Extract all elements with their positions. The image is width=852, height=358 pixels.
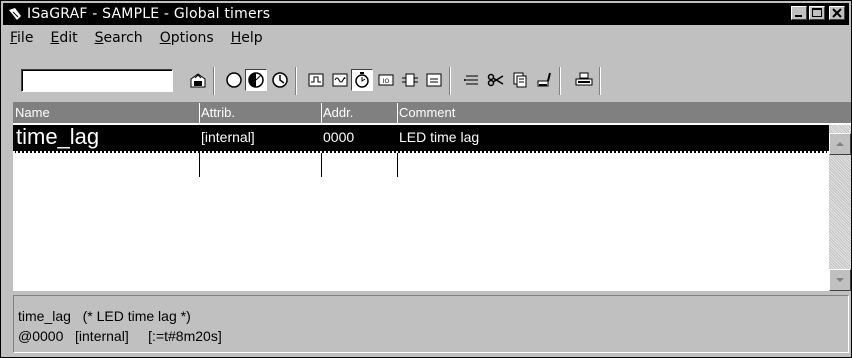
wave-icon[interactable] xyxy=(329,69,351,91)
menu-file-accel: F xyxy=(10,30,18,46)
minimize-icon[interactable] xyxy=(791,6,807,20)
svg-text:IO: IO xyxy=(383,78,390,85)
toolbar-separator xyxy=(599,67,601,95)
menu-edit-label: dit xyxy=(59,30,78,46)
column-divider[interactable] xyxy=(397,103,398,123)
function-block-icon[interactable] xyxy=(399,69,421,91)
column-header-addr[interactable]: Addr. xyxy=(323,105,353,120)
io-box-icon[interactable]: IO xyxy=(375,69,397,91)
column-divider[interactable] xyxy=(321,103,322,123)
status-line-declaration: time_lag (* LED time lag *) xyxy=(18,308,191,324)
boolean-circle-icon[interactable] xyxy=(223,69,245,91)
column-header-attrib[interactable]: Attrib. xyxy=(201,105,235,120)
column-divider[interactable] xyxy=(199,103,200,123)
copy-icon[interactable] xyxy=(509,69,531,91)
cell-comment[interactable]: LED time lag xyxy=(399,129,479,145)
isagraf-app-icon[interactable] xyxy=(7,6,23,22)
toolbar-separator xyxy=(449,67,451,95)
timer-dial-icon[interactable] xyxy=(351,69,373,91)
equals-box-icon[interactable] xyxy=(423,69,445,91)
cell-addr[interactable]: 0000 xyxy=(323,129,354,145)
menu-file-label: ile xyxy=(17,30,34,46)
window-controls xyxy=(791,6,845,20)
menu-file[interactable]: File xyxy=(3,30,40,46)
menu-help-label: elp xyxy=(241,30,263,46)
variables-grid: Name Attrib. Addr. Comment time_lag [int… xyxy=(13,102,851,291)
menu-bar: File Edit Search Options Help xyxy=(3,27,273,49)
column-header-comment[interactable]: Comment xyxy=(399,105,455,120)
variable-name-field[interactable] xyxy=(21,69,173,92)
insert-icon[interactable] xyxy=(461,69,483,91)
menu-options-accel: O xyxy=(159,30,171,46)
close-icon[interactable] xyxy=(829,6,845,20)
column-line xyxy=(199,153,200,177)
toolbar: IO xyxy=(3,50,849,100)
main-window: ISaGRAF - SAMPLE - Global timers File Ed… xyxy=(0,0,852,358)
grid-header: Name Attrib. Addr. Comment xyxy=(13,103,851,123)
toolbar-separator xyxy=(295,67,297,95)
paste-brush-icon[interactable] xyxy=(533,69,555,91)
window-title: ISaGRAF - SAMPLE - Global timers xyxy=(27,6,271,22)
cell-attrib[interactable]: [internal] xyxy=(201,129,255,145)
cell-name[interactable]: time_lag xyxy=(16,124,99,150)
pulse-icon[interactable] xyxy=(305,69,327,91)
scroll-down-arrow-icon[interactable] xyxy=(829,269,851,291)
status-line-details: @0000 [internal] [:=t#8m20s] xyxy=(18,328,222,344)
timer-clock-icon[interactable] xyxy=(269,69,291,91)
cut-icon[interactable] xyxy=(485,69,507,91)
maximize-icon[interactable] xyxy=(809,6,825,20)
scroll-up-arrow-icon[interactable] xyxy=(829,133,851,155)
title-bar[interactable]: ISaGRAF - SAMPLE - Global timers xyxy=(3,3,849,25)
menu-help[interactable]: Help xyxy=(224,30,270,46)
vertical-scrollbar[interactable] xyxy=(829,125,851,291)
menu-options[interactable]: Options xyxy=(153,30,221,46)
menu-options-label: ptions xyxy=(170,30,214,46)
menu-edit[interactable]: Edit xyxy=(43,30,84,46)
toolbar-separator xyxy=(559,67,561,95)
column-header-name[interactable]: Name xyxy=(15,105,50,120)
status-panel: time_lag (* LED time lag *) @0000 [inter… xyxy=(13,295,849,353)
column-line xyxy=(321,153,322,177)
column-line xyxy=(397,153,398,177)
menu-edit-accel: E xyxy=(50,30,60,46)
table-row-selected[interactable]: time_lag [internal] 0000 LED time lag xyxy=(13,124,829,153)
toolbar-separator xyxy=(213,67,215,95)
print-icon[interactable] xyxy=(573,69,595,91)
store-icon[interactable] xyxy=(187,69,209,91)
analog-half-circle-icon[interactable] xyxy=(245,69,267,91)
menu-help-accel: H xyxy=(230,30,242,46)
menu-search-label: earch xyxy=(103,30,143,46)
menu-search[interactable]: Search xyxy=(88,30,150,46)
